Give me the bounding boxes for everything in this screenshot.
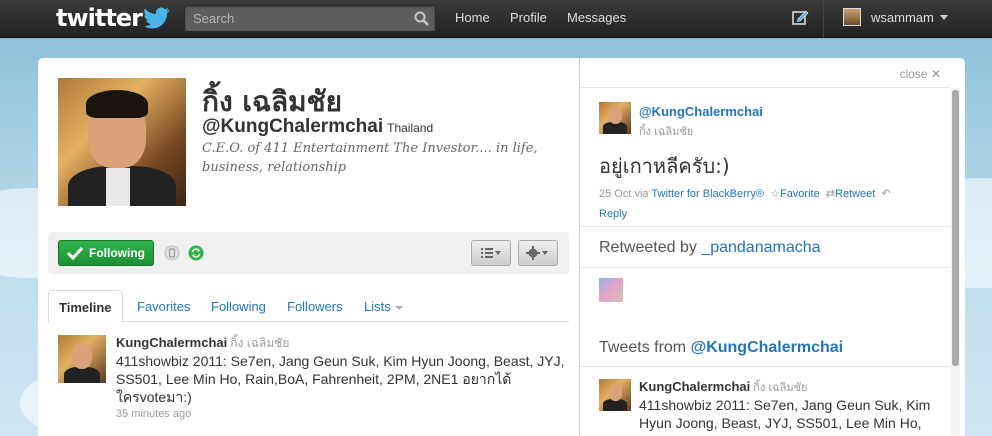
panel-divider — [580, 366, 950, 367]
compose-tweet-icon[interactable] — [791, 9, 809, 27]
nav-messages-link[interactable]: Messages — [567, 10, 626, 25]
device-notification-icon[interactable] — [164, 245, 180, 261]
panel-divider — [580, 226, 950, 227]
user-menu-name[interactable]: wsammam — [871, 10, 934, 25]
tweet-author[interactable]: KungChalermchai กิ้ง เฉลิมชัย — [116, 334, 289, 353]
tab-timeline[interactable]: Timeline — [48, 290, 123, 323]
settings-menu-button[interactable] — [518, 240, 558, 266]
via-prefix: via — [634, 188, 649, 200]
profile-panel: กิ้ง เฉลิมชัย @KungChalermchai Thailand C… — [38, 58, 579, 436]
reply-action[interactable]: Reply — [599, 208, 627, 220]
via-client-link[interactable]: Twitter for BlackBerry® — [651, 188, 764, 200]
detail-tweet-avatar[interactable] — [599, 102, 631, 134]
tweet-timestamp[interactable]: 35 minutes ago — [116, 408, 191, 420]
tab-lists-label: Lists — [364, 299, 391, 314]
feed-tweet-text: 411showbiz 2011: Se7en, Jang Geun Suk, K… — [639, 397, 931, 436]
tweet-avatar[interactable] — [58, 335, 106, 383]
tweet-details-panel: close ✕ @KungChalermchai กิ้ง เฉลิมชัย อ… — [579, 58, 965, 436]
tweet-username: KungChalermchai — [116, 335, 228, 350]
tab-followers[interactable]: Followers — [287, 299, 343, 314]
tweet-full-name: กิ้ง เฉลิมชัย — [230, 336, 290, 350]
detail-tweet-text: อยู่เกาหลีครับ:) — [599, 154, 730, 178]
gear-icon — [526, 246, 548, 260]
close-link[interactable]: close ✕ — [900, 67, 941, 81]
tab-lists[interactable]: Lists — [364, 299, 403, 314]
tweet-text: 411showbiz 2011: Se7en, Jang Geun Suk, K… — [116, 353, 565, 405]
profile-bio: C.E.O. of 411 Entertainment The Investor… — [202, 141, 538, 175]
nav-profile-link[interactable]: Profile — [510, 10, 547, 25]
favorite-star-icon[interactable]: ☆ — [770, 188, 780, 200]
close-icon: ✕ — [930, 67, 941, 81]
detail-tweet-date[interactable]: 25 Oct — [599, 188, 631, 200]
following-button[interactable]: Following — [58, 240, 154, 266]
panel-divider — [580, 87, 950, 88]
retweeter-avatar[interactable] — [599, 278, 623, 302]
close-label: close — [899, 67, 928, 81]
twitter-logo[interactable]: twitter — [56, 4, 170, 32]
chevron-down-icon — [394, 305, 403, 310]
twitter-bird-icon — [143, 7, 170, 29]
profile-handle: @KungChalermchai Thailand — [202, 116, 433, 138]
tab-following[interactable]: Following — [211, 299, 266, 314]
detail-tweet-full-name: กิ้ง เฉลิมชัย — [639, 126, 694, 138]
profile-handle-text: @KungChalermchai — [202, 116, 384, 137]
list-menu-button[interactable] — [471, 240, 511, 266]
profile-action-bar: Following — [48, 232, 569, 274]
retweet-action[interactable]: Retweet — [835, 188, 875, 200]
feed-tweet-full-name: กิ้ง เฉลิมชัย — [753, 382, 808, 394]
feed-tweet-username: KungChalermchai — [639, 379, 751, 394]
reply-icon[interactable]: ↶ — [881, 188, 890, 200]
detail-tweet-handle[interactable]: @KungChalermchai — [639, 104, 763, 119]
profile-location: Thailand — [387, 121, 434, 135]
topbar-divider — [823, 0, 824, 38]
checkmark-icon — [67, 246, 83, 260]
logo-text: twitter — [56, 4, 143, 32]
timeline-tweet[interactable]: KungChalermchai กิ้ง เฉลิมชัย 411showbiz … — [38, 323, 579, 436]
chevron-down-icon[interactable] — [940, 15, 948, 20]
scrollbar-thumb[interactable] — [952, 90, 959, 366]
retweeted-by-prefix: Retweeted by — [599, 239, 697, 256]
retweeter-link[interactable]: _pandanamacha — [701, 239, 820, 256]
list-icon — [481, 248, 501, 258]
search-icon[interactable] — [414, 11, 429, 26]
feed-tweet-author[interactable]: KungChalermchai กิ้ง เฉลิมชัย — [639, 378, 808, 396]
tab-favorites[interactable]: Favorites — [137, 299, 190, 314]
profile-avatar[interactable] — [58, 78, 186, 206]
nav-home-link[interactable]: Home — [455, 10, 490, 25]
search-input[interactable]: Search — [184, 5, 436, 32]
retweeted-by-label: Retweeted by _pandanamacha — [599, 239, 821, 257]
tweets-from-prefix: Tweets from — [599, 339, 687, 356]
panel-divider — [580, 267, 950, 268]
retweet-icon[interactable]: ⇄ — [826, 188, 835, 200]
favorite-action[interactable]: Favorite — [780, 188, 820, 200]
tweets-from-user-link[interactable]: @KungChalermchai — [691, 339, 844, 356]
feed-tweet-avatar[interactable] — [599, 379, 631, 411]
user-avatar[interactable] — [843, 8, 861, 26]
detail-tweet-meta: 25 Oct via Twitter for BlackBerry® ☆Favo… — [599, 184, 939, 224]
search-placeholder: Search — [193, 11, 235, 26]
profile-tabs: Timeline Favorites Following Followers L… — [48, 290, 569, 323]
top-navigation-bar: twitter Search Home Profile Messages wsa… — [0, 0, 992, 38]
tweets-from-label: Tweets from @KungChalermchai — [599, 339, 843, 357]
retweets-on-icon[interactable] — [188, 245, 204, 261]
following-button-label: Following — [89, 246, 145, 260]
